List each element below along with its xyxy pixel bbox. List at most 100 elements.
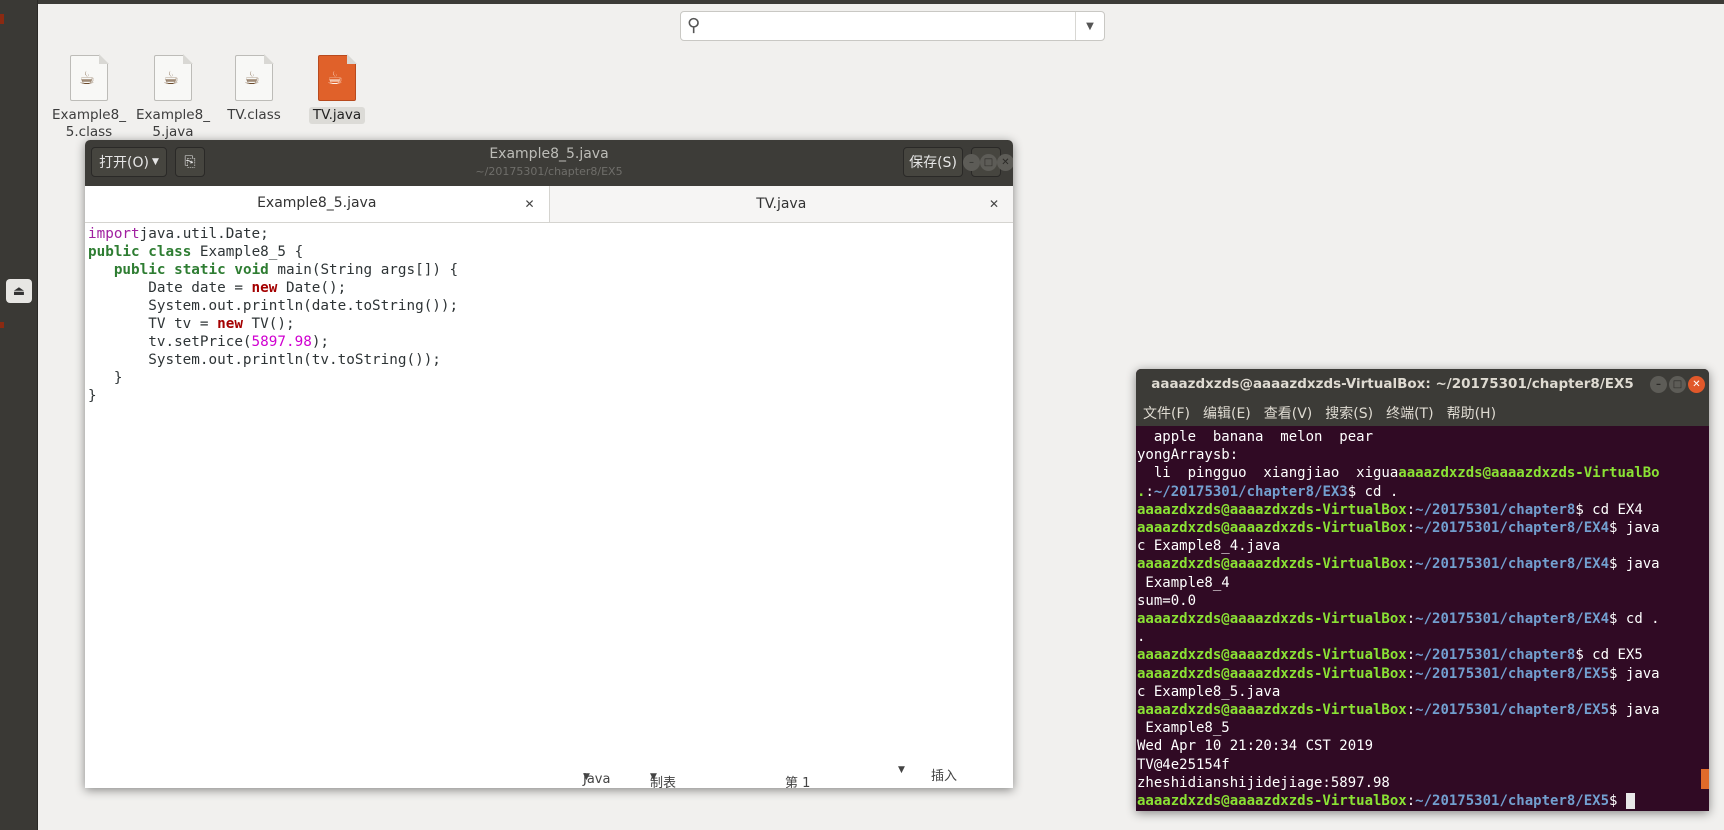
prompt-user: aaaazdxzds@aaaazdxzds-VirtualBo bbox=[1398, 465, 1660, 482]
code-line: } bbox=[88, 369, 1010, 387]
terminal-menu-item[interactable]: 编辑(E) bbox=[1203, 403, 1251, 423]
terminal-text: Example8_4 bbox=[1137, 574, 1230, 591]
terminal-menu-item[interactable]: 搜索(S) bbox=[1325, 403, 1373, 423]
terminal-line: aaaazdxzds@aaaazdxzds-VirtualBox:~/20175… bbox=[1137, 792, 1708, 810]
desktop-file-label: TV.java bbox=[308, 107, 366, 124]
cursor-position-label: 第 1 行，第 1 列 bbox=[785, 776, 811, 788]
terminal-text: : bbox=[1406, 556, 1416, 573]
terminal-text: Example8_5 bbox=[1137, 720, 1230, 737]
eject-icon[interactable]: ⏏ bbox=[6, 279, 32, 303]
terminal-text: TV@4e25154f bbox=[1137, 756, 1230, 773]
code-token-kw2: public bbox=[88, 244, 140, 260]
code-token: } bbox=[88, 370, 123, 386]
prompt-user: aaaazdxzds@aaaazdxzds-VirtualBox bbox=[1137, 520, 1407, 537]
search-input[interactable] bbox=[711, 15, 1045, 39]
prompt-user: aaaazdxzds@aaaazdxzds-VirtualBox bbox=[1137, 647, 1407, 664]
code-view[interactable]: importjava.util.Date; public class Exampl… bbox=[85, 223, 1013, 407]
terminal-text: $ bbox=[1609, 793, 1626, 810]
terminal-menubar: 文件(F) 编辑(E) 查看(V) 搜索(S) 终端(T) 帮助(H) bbox=[1136, 400, 1709, 426]
close-icon[interactable]: ✕ bbox=[997, 154, 1013, 171]
terminal-text: : bbox=[1406, 793, 1416, 810]
prompt-path: ~/20175301/chapter8/EX4 bbox=[1415, 520, 1610, 537]
prompt-path: ~/20175301/chapter8/EX5 bbox=[1415, 702, 1610, 719]
prompt-user: aaaazdxzds@aaaazdxzds-VirtualBox bbox=[1137, 556, 1407, 573]
terminal-text: $ cd EX5 bbox=[1575, 647, 1643, 664]
desktop-file[interactable]: ☕ Example8_ 5.class bbox=[44, 54, 134, 141]
desktop-file[interactable]: ☕ Example8_ 5.java bbox=[128, 54, 218, 141]
close-tab-icon[interactable]: ✕ bbox=[989, 197, 999, 211]
prompt-user: aaaazdxzds@aaaazdxzds-VirtualBox bbox=[1137, 665, 1407, 682]
terminal-line: yongArraysb: bbox=[1137, 446, 1708, 464]
terminal-titlebar: aaaazdxzds@aaaazdxzds-VirtualBox: ~/2017… bbox=[1136, 369, 1709, 400]
close-icon[interactable]: ✕ bbox=[1688, 376, 1705, 393]
minimize-icon[interactable]: – bbox=[963, 154, 980, 171]
terminal-line: Example8_5 bbox=[1137, 719, 1708, 737]
tab-label: TV.java bbox=[756, 196, 807, 212]
terminal-text: $ cd EX4 bbox=[1575, 501, 1643, 518]
prompt-path: ~/20175301/chapter8/EX5 bbox=[1415, 665, 1610, 682]
header-bar: 打开(O) ▼ ⎘ Example8_5.java ~/20175301/chap… bbox=[85, 140, 1013, 186]
desktop-file[interactable]: ☕ TV.class bbox=[209, 54, 299, 124]
search-box[interactable]: ⚲ ▼ bbox=[680, 11, 1105, 41]
desktop-file-label: Example8_ 5.class bbox=[52, 107, 126, 140]
code-token-kw: import bbox=[88, 226, 140, 242]
terminal-text: $ java bbox=[1609, 665, 1660, 682]
code-token: java.util.Date; bbox=[139, 226, 269, 242]
code-token: main(String args[]) { bbox=[268, 262, 459, 278]
terminal-line: aaaazdxzds@aaaazdxzds-VirtualBox:~/20175… bbox=[1137, 665, 1708, 683]
top-panel bbox=[0, 0, 1724, 4]
terminal-text: li pingguo xiangjiao xigua bbox=[1137, 465, 1399, 482]
code-token: TV(); bbox=[242, 316, 295, 332]
terminal-line: aaaazdxzds@aaaazdxzds-VirtualBox:~/20175… bbox=[1137, 519, 1708, 537]
code-line: tv.setPrice(5897.98); bbox=[88, 333, 1010, 351]
code-token: System.out.println(tv.toString()); bbox=[88, 352, 441, 368]
save-button[interactable]: 保存(S) bbox=[903, 147, 963, 177]
insert-mode[interactable]: 插入 bbox=[931, 765, 957, 784]
scrollbar[interactable] bbox=[1701, 769, 1709, 789]
terminal-line: zheshidianshijidejiage:5897.98 bbox=[1137, 774, 1708, 792]
code-token-kw3: new bbox=[217, 316, 243, 332]
terminal-line: Example8_4 bbox=[1137, 574, 1708, 592]
terminal-menu-item[interactable]: 文件(F) bbox=[1143, 403, 1190, 423]
minimize-icon[interactable]: – bbox=[1650, 376, 1667, 393]
window-subtitle: ~/20175301/chapter8/EX5 bbox=[475, 165, 623, 178]
terminal-text: $ java bbox=[1609, 520, 1660, 537]
close-tab-icon[interactable]: ✕ bbox=[524, 197, 534, 211]
prompt-path: ~/20175301/chapter8/EX4 bbox=[1415, 556, 1610, 573]
terminal-output[interactable]: apple banana melon pear yongArraysb: li p… bbox=[1136, 426, 1709, 811]
desktop-file[interactable]: ☕ TV.java bbox=[292, 54, 382, 124]
tab-example8-5-java[interactable]: Example8_5.java ✕ bbox=[85, 186, 549, 222]
terminal-menu-item[interactable]: 终端(T) bbox=[1386, 403, 1433, 423]
java-class-file-icon: ☕ bbox=[70, 54, 109, 101]
terminal-line: TV@4e25154f bbox=[1137, 756, 1708, 774]
launcher-indicator bbox=[0, 322, 4, 328]
chevron-down-icon[interactable]: ▼ bbox=[1075, 12, 1104, 40]
terminal-text: : bbox=[1406, 520, 1416, 537]
gedit-window: 打开(O) ▼ ⎘ Example8_5.java ~/20175301/chap… bbox=[85, 140, 1013, 788]
code-token-kw2: public bbox=[113, 262, 166, 278]
code-token: Date date = bbox=[88, 280, 252, 296]
terminal-text: c Example8_4.java bbox=[1137, 538, 1281, 555]
code-line: public static void main(String args[]) { bbox=[88, 261, 1010, 279]
terminal-menu-item[interactable]: 查看(V) bbox=[1264, 403, 1313, 423]
maximize-icon[interactable]: □ bbox=[1669, 376, 1686, 393]
launcher-indicator bbox=[0, 14, 4, 24]
tab-bar: Example8_5.java ✕ TV.java ✕ bbox=[85, 186, 1013, 223]
code-token: ); bbox=[311, 334, 330, 350]
code-token: TV tv = bbox=[88, 316, 218, 332]
terminal-text: zheshidianshijidejiage:5897.98 bbox=[1137, 774, 1390, 791]
terminal-menu-item[interactable]: 帮助(H) bbox=[1447, 403, 1496, 423]
maximize-icon[interactable]: □ bbox=[980, 154, 997, 171]
status-bar: Java ▼ 制表符宽度：8 ▼ 第 1 行，第 1 列 ▼ 插入 bbox=[85, 758, 1013, 788]
search-icon: ⚲ bbox=[687, 15, 701, 36]
terminal-text: $ cd . bbox=[1609, 611, 1660, 628]
java-class-file-icon: ☕ bbox=[235, 54, 274, 101]
prompt-path: ~/20175301/chapter8/EX4 bbox=[1415, 611, 1610, 628]
code-line: importjava.util.Date; bbox=[88, 225, 1010, 243]
terminal-text: sum=0.0 bbox=[1137, 592, 1197, 609]
chevron-down-icon[interactable]: ▼ bbox=[898, 765, 905, 775]
prompt-user: aaaazdxzds@aaaazdxzds-VirtualBox bbox=[1137, 702, 1407, 719]
chevron-down-icon: ▼ bbox=[583, 772, 590, 782]
tab-tv-java[interactable]: TV.java ✕ bbox=[548, 186, 1014, 222]
